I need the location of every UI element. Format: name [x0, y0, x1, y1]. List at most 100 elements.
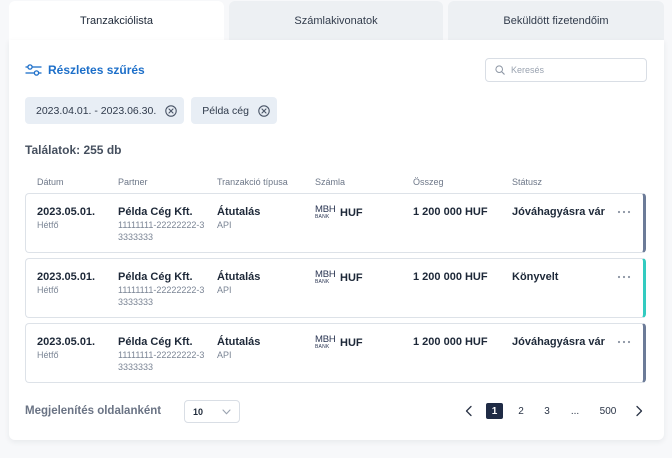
date-cell: 2023.05.01. Hétfő [37, 270, 95, 296]
account-currency: HUF [340, 336, 363, 349]
account-cell: MBH BANK HUF [315, 335, 363, 350]
transaction-status: Jóváhagyásra vár [512, 206, 605, 218]
per-page-value: 10 [193, 406, 204, 417]
transaction-row[interactable]: 2023.05.01. Hétfő Példa Cég Kft. 1111111… [25, 323, 646, 383]
type-cell: Átutalás API [217, 205, 260, 231]
transaction-row[interactable]: 2023.05.01. Hétfő Példa Cég Kft. 1111111… [25, 193, 646, 253]
mbh-bank-logo: MBH BANK [315, 269, 336, 285]
tab-submitted-payables[interactable]: Beküldött fizetendőim [448, 1, 664, 40]
filter-chip-label: Példa cég [202, 104, 249, 117]
status-cell: Jóváhagyásra vár [512, 205, 605, 219]
tab-transaction-list[interactable]: Tranzakciólista [9, 1, 224, 40]
column-header-account: Számla [315, 177, 346, 187]
type-cell: Átutalás API [217, 270, 260, 296]
status-cell: Jóváhagyásra vár [512, 335, 605, 349]
page-button-3[interactable]: 3 [537, 403, 557, 419]
bank-logo-wordmark: BANK [315, 344, 330, 350]
account-cell: MBH BANK HUF [315, 205, 363, 220]
tab-account-statements[interactable]: Számlakivonatok [229, 1, 443, 40]
per-page-label: Megjelenítés oldalanként [25, 405, 162, 417]
transaction-date: 2023.05.01. [37, 206, 96, 218]
per-page-select[interactable]: 10 [184, 400, 240, 423]
sliders-icon [25, 64, 42, 76]
transaction-channel: API [217, 350, 232, 360]
row-actions-button[interactable] [615, 338, 633, 346]
row-actions-button[interactable] [615, 208, 633, 216]
transaction-list: 2023.05.01. Hétfő Példa Cég Kft. 1111111… [25, 193, 646, 383]
page-button-1[interactable]: 1 [486, 403, 503, 419]
search-box [485, 58, 647, 82]
row-actions-button[interactable] [615, 273, 633, 281]
results-count: Találatok: 255 db [25, 143, 122, 157]
transaction-amount: 1 200 000 HUF [413, 206, 488, 218]
transaction-type: Átutalás [217, 336, 261, 348]
column-header-partner: Partner [118, 177, 148, 187]
next-page-button[interactable] [634, 403, 644, 419]
bank-logo-mark: MBH [315, 204, 336, 215]
page-ellipsis: ... [570, 405, 580, 417]
transaction-date: 2023.05.01. [37, 336, 96, 348]
filter-chip-date-range[interactable]: 2023.04.01. - 2023.06.30. [25, 97, 185, 124]
transaction-amount: 1 200 000 HUF [413, 271, 488, 283]
page-button-last[interactable]: 500 [595, 403, 621, 419]
date-cell: 2023.05.01. Hétfő [37, 335, 95, 361]
more-horizontal-icon [617, 210, 631, 214]
more-horizontal-icon [617, 340, 631, 344]
transaction-row[interactable]: 2023.05.01. Hétfő Példa Cég Kft. 1111111… [25, 258, 646, 318]
partner-account-number: 11111111-22222222-33333333 [118, 350, 205, 372]
transaction-type: Átutalás [217, 206, 261, 218]
transaction-type: Átutalás [217, 271, 261, 283]
bank-logo-wordmark: BANK [315, 214, 330, 220]
bank-logo-mark: MBH [315, 334, 336, 345]
transactions-app: Tranzakciólista Számlakivonatok Beküldöt… [0, 0, 672, 458]
partner-account-number: 11111111-22222222-33333333 [118, 285, 205, 307]
transaction-channel: API [217, 285, 232, 295]
transaction-channel: API [217, 220, 232, 230]
transaction-weekday: Hétfő [37, 285, 59, 295]
partner-cell: Példa Cég Kft. 11111111-22222222-3333333… [118, 205, 206, 243]
partner-cell: Példa Cég Kft. 11111111-22222222-3333333… [118, 270, 206, 308]
transaction-list-panel: Részletes szűrés 2023.04.01. - 2023.06.3… [9, 40, 664, 440]
amount-cell: 1 200 000 HUF [413, 270, 488, 284]
close-circle-icon[interactable] [258, 104, 270, 117]
account-cell: MBH BANK HUF [315, 270, 363, 285]
mbh-bank-logo: MBH BANK [315, 334, 336, 350]
chevron-left-icon [465, 405, 472, 417]
previous-page-button[interactable] [464, 403, 474, 419]
column-header-amount: Összeg [413, 177, 444, 187]
partner-cell: Példa Cég Kft. 11111111-22222222-3333333… [118, 335, 206, 373]
transaction-status: Könyvelt [512, 271, 559, 283]
filter-chip-partner[interactable]: Példa cég [191, 97, 277, 124]
partner-name: Példa Cég Kft. [118, 271, 193, 283]
close-circle-icon[interactable] [165, 104, 178, 117]
page-button-2[interactable]: 2 [511, 403, 531, 419]
more-horizontal-icon [617, 275, 631, 279]
transaction-status: Jóváhagyásra vár [512, 336, 605, 348]
transaction-weekday: Hétfő [37, 350, 59, 360]
mbh-bank-logo: MBH BANK [315, 204, 336, 220]
account-currency: HUF [340, 206, 363, 219]
partner-name: Példa Cég Kft. [118, 206, 193, 218]
type-cell: Átutalás API [217, 335, 260, 361]
search-input[interactable] [485, 58, 647, 82]
partner-name: Példa Cég Kft. [118, 336, 193, 348]
advanced-filter-button[interactable]: Részletes szűrés [25, 62, 145, 78]
column-header-type: Tranzakció típusa [217, 177, 288, 187]
amount-cell: 1 200 000 HUF [413, 205, 488, 219]
bank-logo-wordmark: BANK [315, 279, 330, 285]
transaction-date: 2023.05.01. [37, 271, 96, 283]
bank-logo-mark: MBH [315, 269, 336, 280]
transaction-amount: 1 200 000 HUF [413, 336, 488, 348]
status-cell: Könyvelt [512, 270, 558, 284]
chevron-right-icon [636, 405, 643, 417]
amount-cell: 1 200 000 HUF [413, 335, 488, 349]
date-cell: 2023.05.01. Hétfő [37, 205, 95, 231]
chevron-down-icon [222, 409, 231, 415]
column-header-status: Státusz [512, 177, 543, 187]
account-currency: HUF [340, 271, 363, 284]
partner-account-number: 11111111-22222222-33333333 [118, 220, 205, 242]
filter-chip-label: 2023.04.01. - 2023.06.30. [36, 104, 157, 117]
advanced-filter-label: Részletes szűrés [48, 63, 145, 77]
active-filters: 2023.04.01. - 2023.06.30. Példa cég [25, 97, 277, 124]
column-header-date: Dátum [37, 177, 64, 187]
